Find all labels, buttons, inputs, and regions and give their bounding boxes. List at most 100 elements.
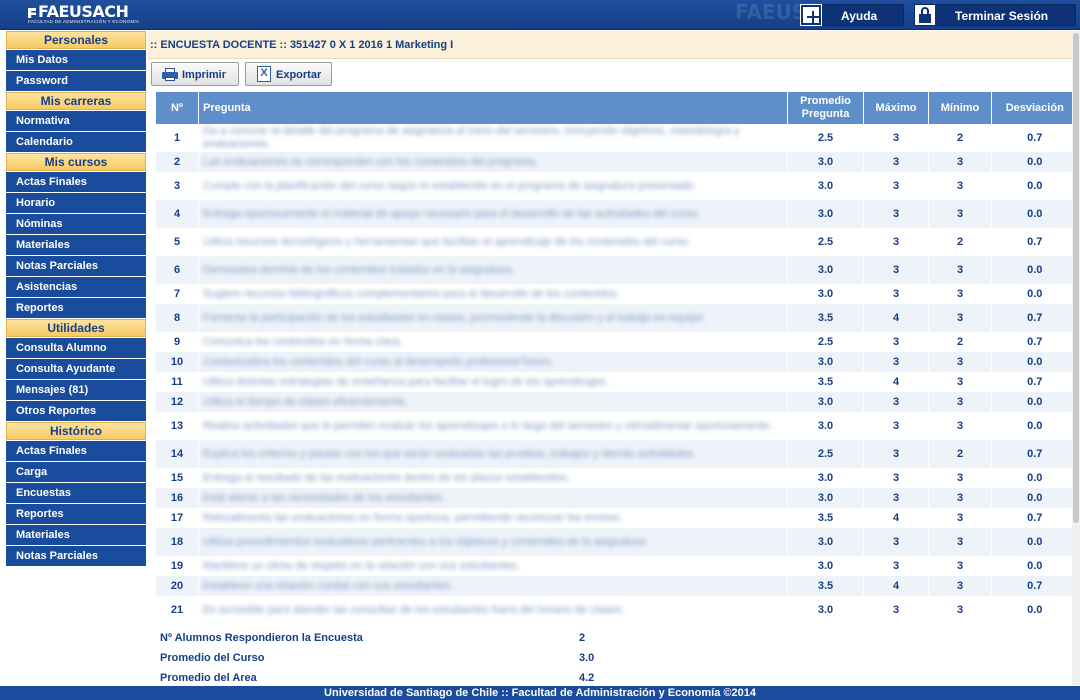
cell-max: 3 [863,412,929,440]
cell-max: 3 [863,352,929,372]
cell-max: 3 [863,124,929,152]
main-scrollbar[interactable] [1072,31,1080,685]
summary-label: Nº Alumnos Respondieron la Encuesta [160,632,363,644]
cell-max: 3 [863,200,929,228]
cell-min: 3 [928,412,992,440]
cell-number: 13 [155,412,199,440]
table-row: 7 Sugiere recursos bibliográficos complem… [155,284,1078,304]
cell-deviation: 0.0 [991,284,1078,304]
cell-average: 3.5 [787,576,864,596]
question-text: Retroalimenta las evaluaciones en forma … [203,511,623,524]
question-text: Utiliza procedimientos evaluativos perti… [203,535,649,548]
excel-icon: X [257,66,271,82]
cell-question: Está atento a las necesidades de los est… [198,488,788,508]
cell-average: 2.5 [787,332,864,352]
summary-row: Nº Alumnos Respondieron la Encuesta 2 [160,632,760,652]
table-row: 14 Explica los criterios y pautas con los… [155,440,1078,468]
question-text: Fomenta la participación de los estudian… [203,311,706,324]
sidebar-item[interactable]: Horario [6,193,146,213]
cell-deviation: 0.7 [991,576,1078,596]
cell-average: 3.5 [787,372,864,392]
cell-question: Sugiere recursos bibliográficos compleme… [198,284,788,304]
print-button[interactable]: Imprimir [151,62,239,86]
col-header-average: Promedio Pregunta [787,92,864,124]
cell-number: 6 [155,256,199,284]
sidebar-item[interactable]: Carga [6,462,146,482]
sidebar-item[interactable]: Consulta Ayudante [6,359,146,379]
table-row: 19 Mantiene un clima de respeto en la rel… [155,556,1078,576]
sidebar-item[interactable]: Materiales [6,525,146,545]
summary-label: Promedio del Curso [160,652,265,664]
sidebar-item[interactable]: Consulta Alumno [6,338,146,358]
cell-max: 3 [863,528,929,556]
sidebar-item[interactable]: Otros Reportes [6,401,146,421]
cell-deviation: 0.7 [991,372,1078,392]
sidebar-item[interactable]: Password [6,71,146,91]
sidebar-item[interactable]: Actas Finales [6,172,146,192]
table-row: 1 Da a conocer el detalle del programa de… [155,124,1078,152]
sidebar-item[interactable]: Actas Finales [6,441,146,461]
cell-deviation: 0.0 [991,392,1078,412]
sidebar-item[interactable]: Reportes [6,298,146,318]
cell-max: 3 [863,152,929,172]
cell-question: Explica los criterios y pautas con los q… [198,440,788,468]
cell-deviation: 0.0 [991,352,1078,372]
cell-average: 3.0 [787,392,864,412]
cell-question: Establece una relación cordial con sus e… [198,576,788,596]
cell-average: 3.0 [787,556,864,576]
table-row: 15 Entrega el resultado de las evaluacion… [155,468,1078,488]
cell-deviation: 0.7 [991,228,1078,256]
logout-button[interactable]: Terminar Sesión [914,4,1076,26]
question-text: Utiliza recursos tecnológicos y herramie… [203,235,691,248]
help-button[interactable]: Ayuda [800,4,904,26]
sidebar-item[interactable]: Mensajes (81) [6,380,146,400]
summary-value: 4.2 [579,672,595,684]
cell-min: 2 [928,440,992,468]
cell-deviation: 0.0 [991,152,1078,172]
sidebar-item[interactable]: Notas Parciales [6,546,146,566]
sidebar-item[interactable]: Encuestas [6,483,146,503]
table-row: 18 Utiliza procedimientos evaluativos per… [155,528,1078,556]
sidebar-item[interactable]: Reportes [6,504,146,524]
scrollbar-thumb[interactable] [1073,33,1079,523]
cell-max: 4 [863,372,929,392]
cell-average: 2.5 [787,228,864,256]
cell-average: 2.5 [787,440,864,468]
cell-number: 7 [155,284,199,304]
table-row: 9 Comunica los contenidos en forma clara.… [155,332,1078,352]
summary-value: 2 [579,632,586,644]
cell-number: 17 [155,508,199,528]
cell-number: 21 [155,596,199,624]
faeusach-logo[interactable]: FAEUSACH FACULTAD DE ADMINISTRACIÓN Y EC… [28,4,139,25]
cell-min: 3 [928,528,992,556]
sidebar-item[interactable]: Materiales [6,235,146,255]
table-header-row: Nº Pregunta Promedio Pregunta Máximo Míni… [155,92,1078,124]
table-row: 11 Utiliza distintas estrategias de enseñ… [155,372,1078,392]
cell-question: Cumple con la planificación del curso se… [198,172,788,200]
sidebar-item[interactable]: Normativa [6,111,146,131]
sidebar-item[interactable]: Asistencias [6,277,146,297]
cell-number: 4 [155,200,199,228]
survey-results-table: Nº Pregunta Promedio Pregunta Máximo Míni… [155,92,1078,624]
cell-max: 3 [863,256,929,284]
col-header-average-line1: Promedio [800,95,851,107]
sidebar-item[interactable]: Notas Parciales [6,256,146,276]
cell-max: 3 [863,488,929,508]
cell-min: 3 [928,488,992,508]
sidebar-item[interactable]: Mis Datos [6,50,146,70]
table-row: 2 Las evaluaciones se corresponden con lo… [155,152,1078,172]
export-button[interactable]: X Exportar [245,62,332,86]
summary-label: Promedio del Area [160,672,257,684]
sidebar-item[interactable]: Nóminas [6,214,146,234]
cell-average: 2.5 [787,124,864,152]
logout-label: Terminar Sesión [955,9,1049,23]
cell-min: 3 [928,372,992,392]
cell-number: 10 [155,352,199,372]
cell-deviation: 0.7 [991,304,1078,332]
cell-deviation: 0.0 [991,172,1078,200]
cell-average: 3.0 [787,152,864,172]
cell-deviation: 0.0 [991,468,1078,488]
cell-min: 3 [928,392,992,412]
sidebar-item[interactable]: Calendario [6,132,146,152]
footer: Universidad de Santiago de Chile :: Facu… [0,686,1080,700]
